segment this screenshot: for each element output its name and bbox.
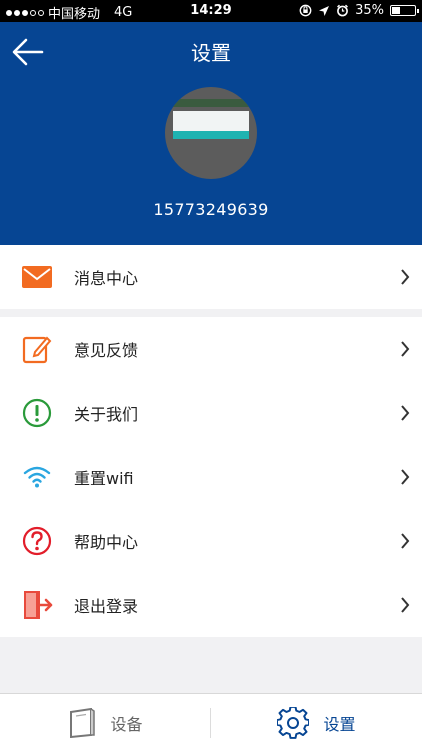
chevron-right-icon [401,533,410,549]
menu-label: 关于我们 [74,405,139,424]
battery-fill [392,7,400,14]
status-right: 35% [299,3,419,18]
menu-item-about-us[interactable]: 关于我们 [0,381,422,445]
chevron-right-icon [401,269,410,285]
profile-header: 设置 15773249639 [0,22,422,245]
menu-item-reset-wifi[interactable]: 重置wifi [0,445,422,509]
alarm-icon [337,4,349,17]
menu-item-help-center[interactable]: 帮助中心 [0,509,422,573]
chevron-right-icon [401,597,410,613]
battery-percent: 35% [355,3,384,18]
edit-icon [20,333,54,365]
chevron-right-icon [401,341,410,357]
battery-icon [390,5,419,16]
menu-label: 帮助中心 [74,533,139,552]
tab-label-settings: 设置 [323,714,356,734]
help-icon [20,525,54,557]
menu-group-settings: 意见反馈 关于我们 重置wifi 帮助中心 退出登录 [0,317,422,637]
device-icon [70,707,96,738]
wifi-icon [20,461,54,493]
tab-settings[interactable]: 设置 [211,694,422,750]
chevron-right-icon [401,405,410,421]
logout-icon [20,589,54,621]
avatar-image-panel [173,111,249,131]
tab-label-device: 设备 [110,714,143,734]
menu-item-logout[interactable]: 退出登录 [0,573,422,637]
avatar-image-bar [173,131,249,139]
tab-bar: 设备 设置 [0,693,422,750]
avatar-image-strip [171,99,251,107]
tab-device[interactable]: 设备 [0,694,211,750]
page-title: 设置 [191,41,231,65]
gear-icon [277,706,310,739]
status-bar: 中国移动 4G 14:29 35% [0,0,422,22]
menu-group-messages: 消息中心 [0,245,422,309]
menu-item-message-center[interactable]: 消息中心 [0,245,422,309]
chevron-right-icon [401,469,410,485]
menu-label: 退出登录 [74,597,139,616]
user-phone: 15773249639 [153,200,269,219]
menu-label: 消息中心 [74,269,139,288]
envelope-icon [20,261,54,293]
menu-label: 重置wifi [74,469,134,488]
info-icon [20,397,54,429]
location-arrow-icon [319,5,330,16]
menu-label: 意见反馈 [74,341,139,360]
menu-item-feedback[interactable]: 意见反馈 [0,317,422,381]
rotation-lock-icon [299,4,312,17]
avatar[interactable] [165,87,257,179]
